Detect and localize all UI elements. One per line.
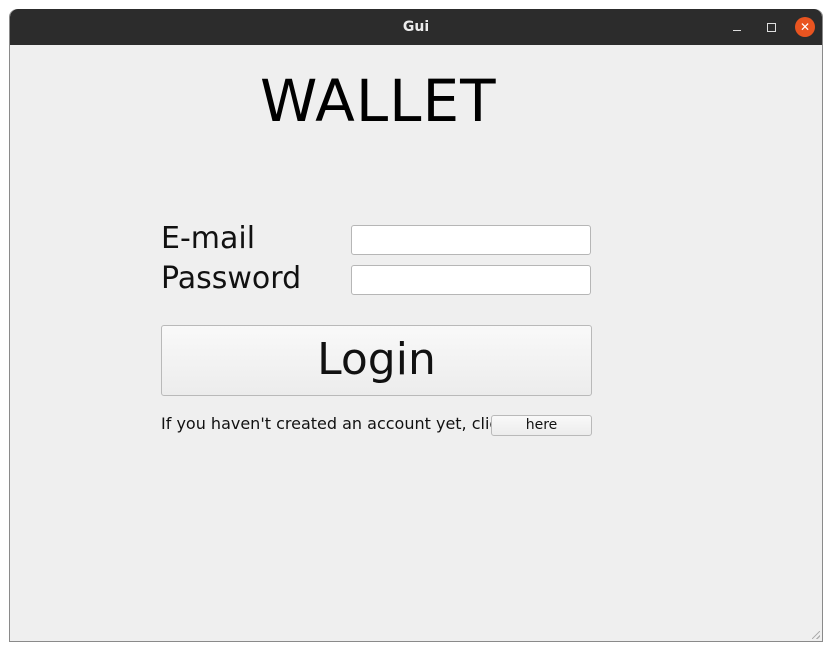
minimize-icon: [733, 30, 741, 31]
email-field[interactable]: [351, 225, 591, 255]
close-icon: ✕: [799, 20, 811, 34]
maximize-icon: [767, 23, 776, 32]
minimize-button[interactable]: [727, 17, 747, 37]
close-button[interactable]: ✕: [795, 17, 815, 37]
password-label: Password: [161, 261, 302, 296]
resize-grip-icon[interactable]: [812, 631, 820, 639]
email-label: E-mail: [161, 221, 256, 256]
window-title: Gui: [402, 19, 430, 35]
app-window: Gui ✕ WALLET E-mail Password Login If yo…: [9, 9, 823, 642]
title-bar[interactable]: Gui ✕: [10, 9, 822, 45]
signup-here-button[interactable]: here: [491, 415, 592, 436]
maximize-button[interactable]: [761, 17, 781, 37]
password-field[interactable]: [351, 265, 591, 295]
page-title: WALLET: [260, 67, 497, 135]
login-button[interactable]: Login: [161, 325, 592, 396]
signup-hint-text: If you haven't created an account yet, c…: [161, 414, 508, 433]
